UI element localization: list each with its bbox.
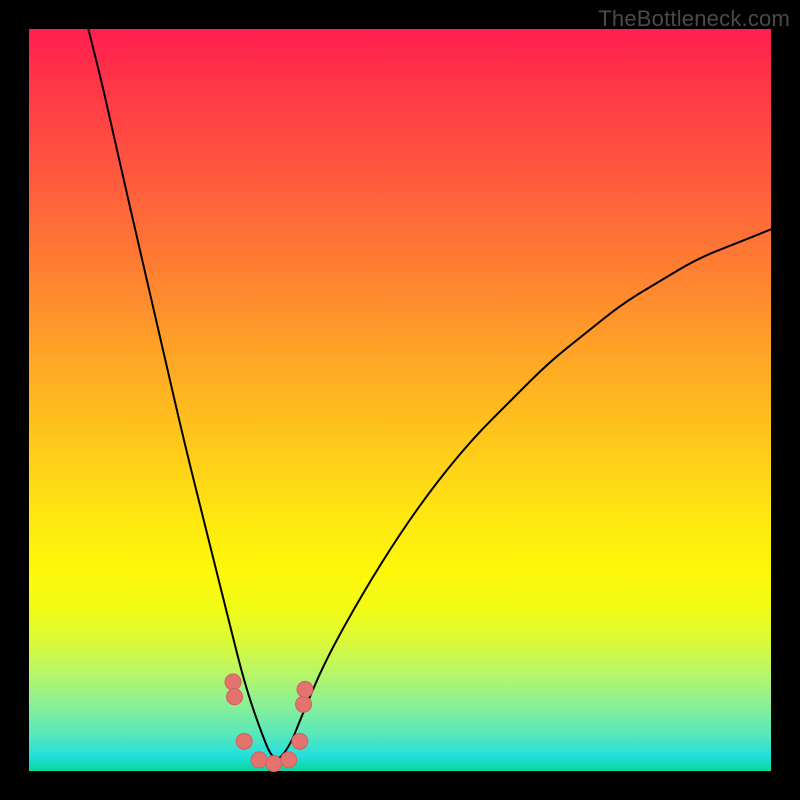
marker-dot bbox=[296, 696, 312, 712]
marker-dot bbox=[297, 681, 313, 697]
marker-dot bbox=[225, 674, 241, 690]
marker-dot bbox=[266, 756, 282, 772]
marker-dot bbox=[251, 752, 267, 768]
marker-dot bbox=[227, 689, 243, 705]
plot-area bbox=[29, 29, 771, 771]
chart-frame: TheBottleneck.com bbox=[0, 0, 800, 800]
curve-layer bbox=[29, 29, 771, 771]
marker-dot bbox=[292, 733, 308, 749]
bottleneck-curve bbox=[88, 29, 771, 758]
marker-dot bbox=[236, 733, 252, 749]
marker-dot bbox=[281, 752, 297, 768]
